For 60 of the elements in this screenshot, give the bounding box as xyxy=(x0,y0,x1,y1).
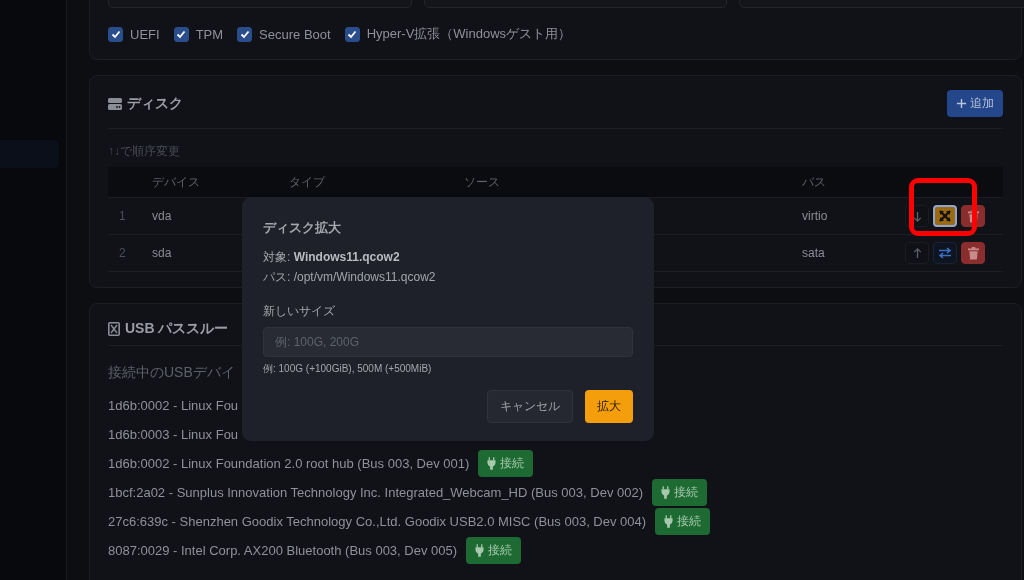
check-icon xyxy=(346,28,359,40)
swap-icon xyxy=(938,247,952,259)
table-cell: virtio xyxy=(802,209,828,223)
section-title: ディスク xyxy=(127,94,183,113)
checkbox-label: TPM xyxy=(195,26,224,42)
confirm-button[interactable]: 拡大 xyxy=(585,390,633,423)
delete-button[interactable] xyxy=(961,242,985,264)
column-header: タイプ xyxy=(289,173,327,191)
cancel-button[interactable]: キャンセル xyxy=(487,390,573,423)
usb-device: 1bcf:2a02 - Sunplus Innovation Technology Inc. Integrated_Webcam_HD (Bus 003, Dev 002) xyxy=(108,485,643,500)
plug-icon xyxy=(661,486,670,499)
path-text: パス: /opt/vm/Windows11.qcow2 xyxy=(263,269,437,286)
column-header: デバイス xyxy=(152,173,201,191)
plug-icon xyxy=(475,544,485,557)
column-header: ソース xyxy=(464,173,501,191)
connect-button[interactable]: 接続 xyxy=(466,537,522,564)
connect-button[interactable]: 接続 xyxy=(478,450,534,477)
usb-device: 27c6:639c - Shenzhen Goodix Technology Co.,Ltd. Goodix USB2.0 MISC (Bus 003, Dev 004) xyxy=(108,514,647,529)
usb-icon xyxy=(108,322,120,336)
target-text: 対象: Windows11.qcow2 xyxy=(263,249,401,266)
dialog-title: ディスク拡大 xyxy=(263,219,342,237)
row-number: 1 xyxy=(118,209,127,223)
checkbox[interactable] xyxy=(237,26,253,42)
usb-device: 1d6b:0002 - Linux Foundation 2.0 root hub (Bus 003, Dev 001) xyxy=(108,456,470,471)
field-label: 新しいサイズ xyxy=(263,303,336,320)
check-icon xyxy=(109,28,122,40)
checkbox[interactable] xyxy=(344,26,360,42)
plug-icon xyxy=(664,515,674,528)
table-cell: vda xyxy=(152,209,172,223)
checkbox-label: UEFI xyxy=(130,26,160,42)
usb-device: 8087:0029 - Intel Corp. AX200 Bluetooth (Bus 003, Dev 005) xyxy=(108,543,458,558)
add-button[interactable]: 追加 xyxy=(947,90,1003,117)
section-title: USB パススルー xyxy=(125,320,229,338)
checkbox[interactable] xyxy=(108,26,123,42)
usb-device: 1d6b:0002 - Linux Fou xyxy=(108,398,239,413)
help-text: 例: 100G (+100GiB), 500M (+500MiB) xyxy=(263,362,433,376)
arrow-down-icon xyxy=(911,210,923,222)
expand-icon xyxy=(939,210,951,222)
connect-button[interactable]: 接続 xyxy=(655,508,711,535)
checkbox-label: Secure Boot xyxy=(259,26,331,42)
column-header: バス xyxy=(802,173,827,191)
usb-device: 1d6b:0003 - Linux Fou xyxy=(108,427,239,442)
row-number: 2 xyxy=(118,246,127,260)
checkbox[interactable] xyxy=(173,26,189,42)
checkbox-label: Hyper-V拡張（Windowsゲスト用） xyxy=(366,25,572,43)
move-button[interactable] xyxy=(905,242,929,264)
drive-icon xyxy=(108,97,122,110)
arrow-up-icon xyxy=(911,247,923,259)
plug-icon xyxy=(487,457,497,470)
swap-button[interactable] xyxy=(933,242,957,264)
highlight-frame xyxy=(909,178,977,236)
trash-icon xyxy=(967,246,979,260)
plus-icon xyxy=(956,98,967,109)
resize-button[interactable] xyxy=(933,205,957,227)
table-cell: sda xyxy=(152,246,172,260)
check-icon xyxy=(238,28,251,40)
section-subtitle: 接続中のUSBデバイ xyxy=(108,364,235,382)
table-cell: sata xyxy=(802,246,825,260)
connect-button[interactable]: 接続 xyxy=(652,479,707,506)
check-icon xyxy=(175,28,188,40)
